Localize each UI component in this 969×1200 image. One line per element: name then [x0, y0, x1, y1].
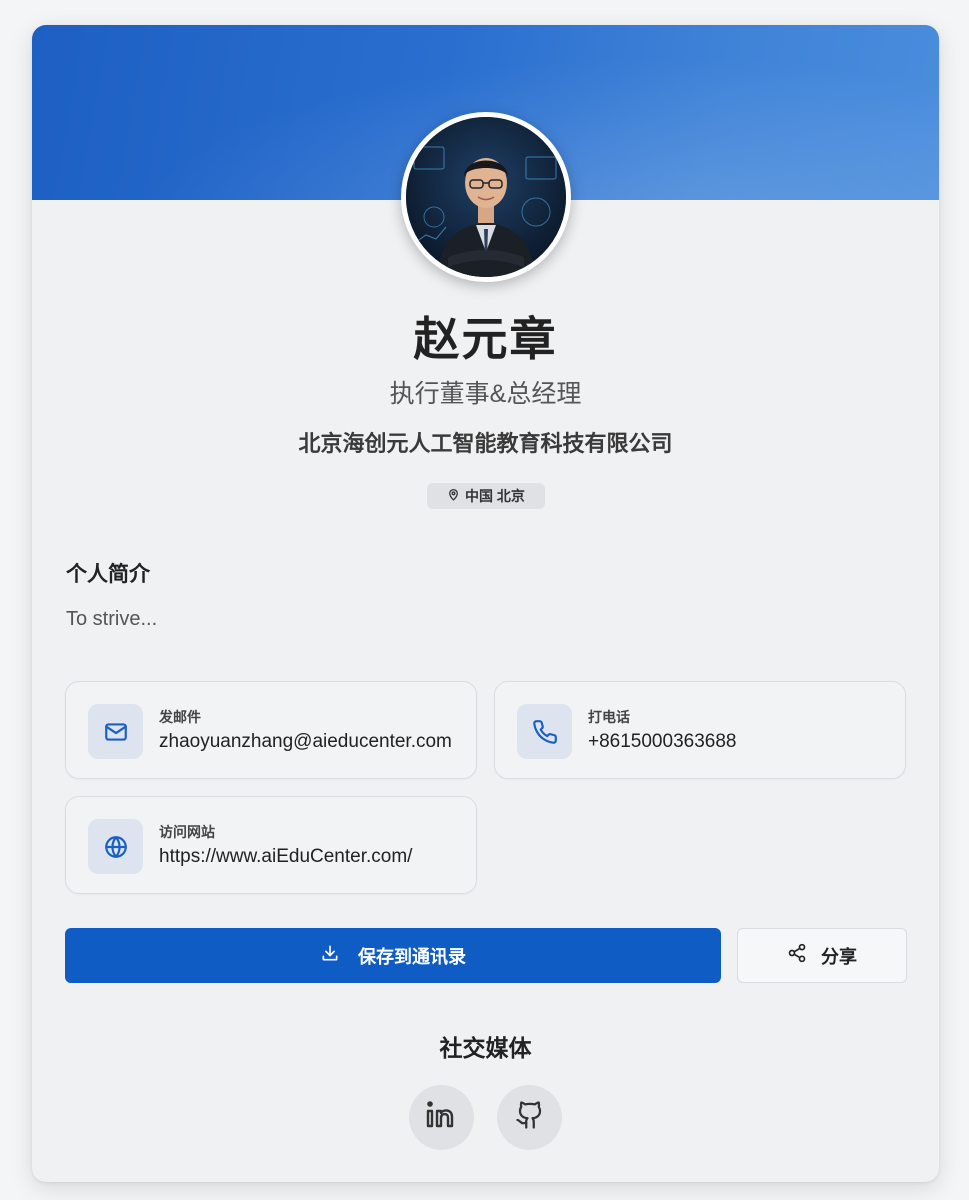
business-card: 赵元章 执行董事&总经理 北京海创元人工智能教育科技有限公司 中国 北京 个人简…	[32, 25, 939, 1182]
job-title: 执行董事&总经理	[389, 380, 582, 408]
phone-icon	[517, 704, 572, 759]
phone-label: 打电话	[588, 709, 630, 725]
avatar	[401, 112, 571, 282]
linkedin-icon	[425, 1100, 459, 1135]
location-badge: 中国 北京	[427, 483, 545, 509]
linkedin-button[interactable]	[409, 1085, 474, 1150]
phone-card[interactable]: 打电话 +8615000363688	[494, 681, 906, 779]
github-button[interactable]	[497, 1085, 562, 1150]
download-icon	[320, 943, 340, 968]
save-label: 保存到通讯录	[358, 946, 466, 967]
website-value[interactable]: https://www.aiEduCenter.com/	[159, 846, 459, 868]
phone-value[interactable]: +8615000363688	[588, 731, 888, 753]
email-label: 发邮件	[159, 709, 201, 725]
location-text: 中国 北京	[465, 488, 525, 504]
email-value[interactable]: zhaoyuanzhang@aieducenter.com	[159, 731, 459, 753]
profile-name: 赵元章	[413, 313, 558, 365]
github-icon	[515, 1100, 545, 1135]
social-heading: 社交媒体	[439, 1035, 532, 1061]
website-label: 访问网站	[159, 824, 215, 840]
map-pin-icon	[447, 488, 460, 504]
mail-icon	[88, 704, 143, 759]
save-to-contacts-button[interactable]: 保存到通讯录	[65, 928, 721, 983]
company-name: 北京海创元人工智能教育科技有限公司	[298, 431, 673, 456]
email-card[interactable]: 发邮件 zhaoyuanzhang@aieducenter.com	[65, 681, 477, 779]
about-heading: 个人简介	[66, 563, 150, 586]
share-button[interactable]: 分享	[737, 928, 907, 983]
website-card[interactable]: 访问网站 https://www.aiEduCenter.com/	[65, 796, 477, 894]
share-icon	[787, 943, 807, 968]
about-text: To strive...	[66, 608, 158, 630]
globe-icon	[88, 819, 143, 874]
share-label: 分享	[821, 946, 857, 967]
